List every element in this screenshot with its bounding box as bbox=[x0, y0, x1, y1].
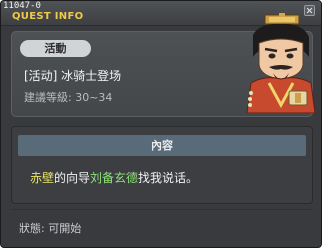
npc-name-highlight[interactable]: 刘备玄德 bbox=[90, 171, 138, 185]
quest-info-window: 11047-0 QUEST INFO 活動 [活动] 冰骑士登场 建議等級: 3… bbox=[0, 0, 322, 248]
content-header: 內容 bbox=[18, 135, 306, 156]
recommended-level: 建議等級: 30~34 bbox=[24, 91, 113, 104]
quest-name: [活动] 冰骑士登场 bbox=[24, 69, 122, 83]
quest-status: 狀態: 可開始 bbox=[19, 222, 82, 235]
description-text: 的向导 bbox=[54, 171, 91, 185]
quest-content-panel: 內容 赤壁的向导刘备玄德找我说话。 bbox=[11, 126, 313, 204]
quest-description: 赤壁的向导刘备玄德找我说话。 bbox=[30, 171, 198, 185]
quest-type-badge: 活動 bbox=[20, 40, 91, 57]
quest-id: 11047-0 bbox=[3, 1, 41, 11]
npc-portrait bbox=[246, 13, 315, 113]
location-highlight: 赤壁 bbox=[30, 171, 55, 185]
footer-divider bbox=[11, 209, 313, 210]
window-title: QUEST INFO bbox=[12, 11, 84, 22]
description-text-end: 找我说话。 bbox=[138, 171, 199, 185]
